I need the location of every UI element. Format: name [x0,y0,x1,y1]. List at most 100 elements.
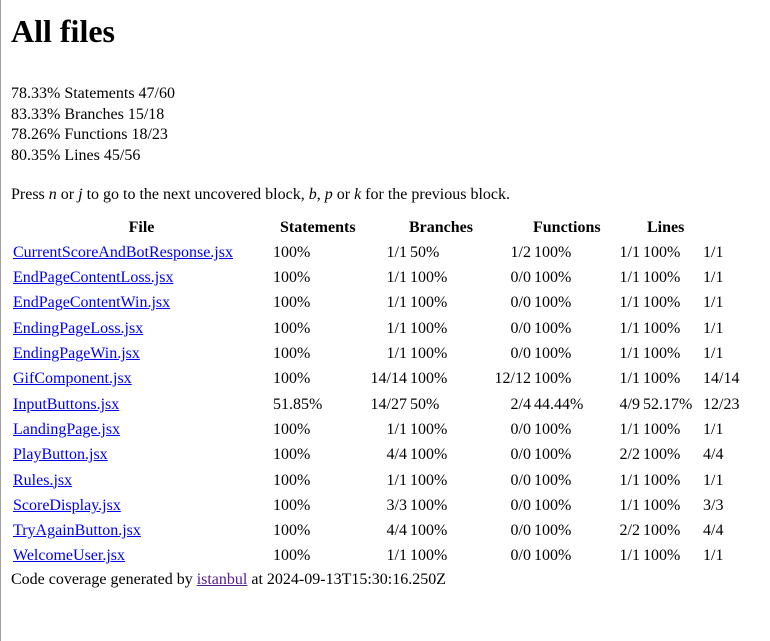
functions-ratio: 1/1 [619,269,640,287]
file-cell: Rules.jsx [11,467,272,492]
functions-pct: 100% [534,269,572,287]
table-row: InputButtons.jsx 51.85% 14/27 50% 2/4 44.44% 4… [11,392,742,417]
lines-ratio: 1/1 [703,420,724,438]
file-link[interactable]: GifComponent.jsx [13,370,132,387]
summary-label: Lines [64,147,100,165]
page-title: All files [11,13,115,49]
branches-ratio: 0/0 [510,294,531,312]
istanbul-link[interactable]: istanbul [197,571,248,588]
functions-pct: 100% [534,319,572,337]
file-link[interactable]: CurrentScoreAndBotResponse.jsx [13,244,233,261]
table-row: LandingPage.jsx 100% 1/1 100% 0/0 100% 1/1 100%… [11,417,742,442]
statements-ratio: 1/1 [386,547,407,565]
file-cell: TryAgainButton.jsx [11,518,272,543]
lines-ratio: 1/1 [703,243,724,261]
statements-pct: 100% [273,446,311,464]
functions-pct: 100% [534,294,572,312]
branches-ratio: 0/0 [510,269,531,287]
summary-ratio: 15/18 [127,105,165,123]
file-link[interactable]: InputButtons.jsx [13,396,119,413]
branches-pct: 100% [410,345,448,363]
file-link[interactable]: EndPageContentLoss.jsx [13,269,173,286]
table-row: EndingPageLoss.jsx 100% 1/1 100% 0/0 100% 1/1 1… [11,316,742,341]
column-header-branches[interactable]: Branches [409,216,533,240]
statements-ratio: 1/1 [386,420,407,438]
table-row: CurrentScoreAndBotResponse.jsx 100% 1/1 50%… [11,240,742,265]
hint-key: b [308,185,317,203]
lines-pct: 100% [643,319,681,337]
branches-pct: 100% [410,522,448,540]
functions-ratio: 1/1 [619,294,640,312]
statements-pct: 51.85% [273,395,323,413]
lines-pct: 100% [643,269,681,287]
functions-ratio: 1/1 [619,471,640,489]
branches-ratio: 2/4 [510,395,531,413]
statements-pct: 100% [273,370,311,388]
summary-functions: 78.26% Functions 18/23 [11,125,770,146]
table-row: GifComponent.jsx 100% 14/14 100% 12/12 100% 1/… [11,366,742,391]
table-row: EndPageContentWin.jsx 100% 1/1 100% 0/0 100% 1… [11,290,742,315]
branches-pct: 100% [410,471,448,489]
lines-ratio: 1/1 [703,294,724,312]
file-cell: ScoreDisplay.jsx [11,493,272,518]
hint-text: or [56,185,79,203]
statements-pct: 100% [273,522,311,540]
table-row: EndingPageWin.jsx 100% 1/1 100% 0/0 100% 1/1 10… [11,341,742,366]
statements-ratio: 1/1 [386,294,407,312]
file-link[interactable]: PlayButton.jsx [13,446,108,463]
keyboard-hint: Press n or j to go to the next uncovered… [11,184,770,206]
functions-ratio: 1/1 [619,496,640,514]
statements-ratio: 1/1 [386,269,407,287]
file-link[interactable]: EndPageContentWin.jsx [13,294,170,311]
branches-ratio: 12/12 [494,370,531,388]
functions-pct: 100% [534,420,572,438]
lines-ratio: 1/1 [703,345,724,363]
lines-ratio: 1/1 [703,547,724,565]
statements-ratio: 1/1 [386,345,407,363]
file-cell: CurrentScoreAndBotResponse.jsx [11,240,272,265]
branches-ratio: 0/0 [510,446,531,464]
summary-label: Branches [64,105,124,123]
statements-ratio: 4/4 [386,446,407,464]
lines-pct: 100% [643,496,681,514]
statements-pct: 100% [273,269,311,287]
column-header-lines[interactable]: Lines [642,216,742,240]
hint-text: or [332,185,355,203]
lines-pct: 100% [643,345,681,363]
functions-pct: 100% [534,243,572,261]
file-link[interactable]: EndingPageLoss.jsx [13,320,143,337]
file-link[interactable]: LandingPage.jsx [13,421,120,438]
lines-pct: 100% [643,294,681,312]
lines-pct: 100% [643,420,681,438]
file-link[interactable]: WelcomeUser.jsx [13,547,125,564]
statements-pct: 100% [273,345,311,363]
functions-pct: 100% [534,547,572,565]
lines-ratio: 1/1 [703,269,724,287]
file-link[interactable]: EndingPageWin.jsx [13,345,140,362]
summary-pct: 78.26% [11,126,61,144]
statements-ratio: 1/1 [386,319,407,337]
branches-pct: 100% [410,420,448,438]
file-link[interactable]: TryAgainButton.jsx [13,522,141,539]
file-link[interactable]: Rules.jsx [13,472,72,489]
footer-text: Code coverage generated by [11,570,197,588]
column-header-file[interactable]: File [11,216,272,240]
branches-pct: 50% [410,243,440,261]
summary-ratio: 45/56 [103,147,141,165]
branches-ratio: 0/0 [510,420,531,438]
functions-ratio: 1/1 [619,547,640,565]
lines-ratio: 1/1 [703,319,724,337]
functions-ratio: 1/1 [619,345,640,363]
column-header-functions[interactable]: Functions [533,216,642,240]
table-header-row: File Statements Branches Functions Lines [11,216,742,240]
lines-pct: 100% [643,243,681,261]
functions-pct: 44.44% [534,395,584,413]
file-link[interactable]: ScoreDisplay.jsx [13,497,121,514]
branches-pct: 100% [410,496,448,514]
page: All files 78.33% Statements 47/60 83.33%… [1,0,770,591]
branches-ratio: 1/2 [510,243,531,261]
lines-pct: 100% [643,522,681,540]
table-row: EndPageContentLoss.jsx 100% 1/1 100% 0/0 100%… [11,265,742,290]
branches-ratio: 0/0 [510,345,531,363]
column-header-statements[interactable]: Statements [272,216,409,240]
